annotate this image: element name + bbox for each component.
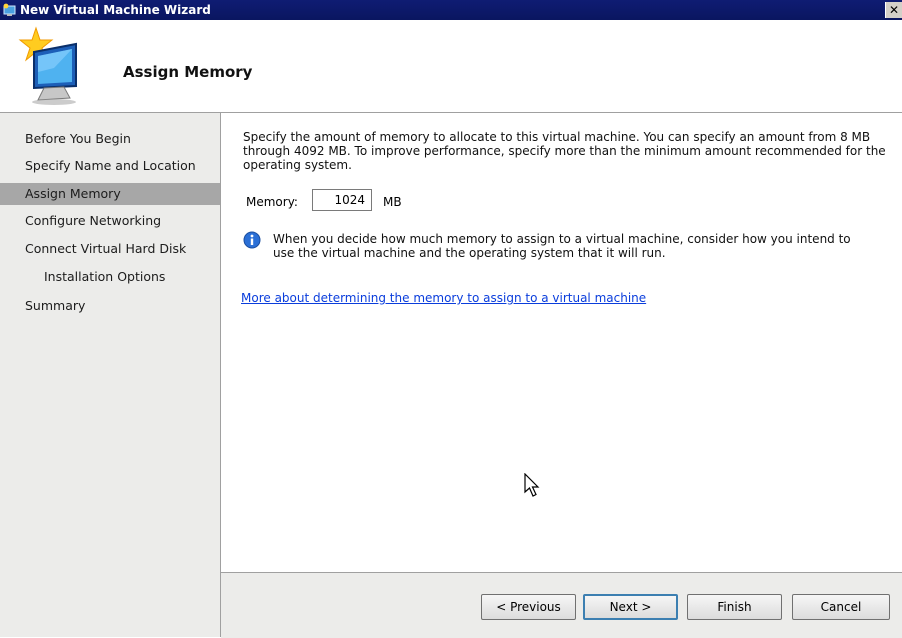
step-installation-options[interactable]: Installation Options bbox=[0, 266, 220, 288]
virtual-machine-icon bbox=[3, 3, 16, 16]
content-panel: Specify the amount of memory to allocate… bbox=[221, 113, 902, 572]
step-assign-memory[interactable]: Assign Memory bbox=[0, 183, 220, 205]
memory-help-link[interactable]: More about determining the memory to ass… bbox=[241, 291, 646, 305]
page-title: Assign Memory bbox=[123, 63, 253, 81]
step-connect-virtual-hard-disk[interactable]: Connect Virtual Hard Disk bbox=[0, 238, 220, 260]
memory-info-text: When you decide how much memory to assig… bbox=[273, 232, 851, 260]
memory-label: Memory: bbox=[246, 195, 298, 209]
info-icon bbox=[243, 231, 261, 249]
step-specify-name-and-location[interactable]: Specify Name and Location bbox=[0, 155, 220, 177]
finish-button[interactable]: Finish bbox=[687, 594, 782, 620]
cancel-button[interactable]: Cancel bbox=[792, 594, 890, 620]
memory-description: Specify the amount of memory to allocate… bbox=[243, 130, 886, 172]
memory-input[interactable] bbox=[312, 189, 372, 211]
next-button[interactable]: Next > bbox=[583, 594, 678, 620]
title-bar: New Virtual Machine Wizard ✕ bbox=[0, 0, 902, 20]
step-summary[interactable]: Summary bbox=[0, 295, 220, 317]
close-button[interactable]: ✕ bbox=[885, 2, 902, 18]
wizard-header: Assign Memory bbox=[0, 20, 902, 113]
memory-unit: MB bbox=[383, 195, 402, 209]
wizard-steps: Before You Begin Specify Name and Locati… bbox=[0, 113, 221, 637]
step-before-you-begin[interactable]: Before You Begin bbox=[0, 128, 220, 150]
wizard-footer: < Previous Next > Finish Cancel bbox=[221, 572, 902, 638]
step-configure-networking[interactable]: Configure Networking bbox=[0, 210, 220, 232]
previous-button[interactable]: < Previous bbox=[481, 594, 576, 620]
mouse-pointer-icon bbox=[524, 473, 540, 497]
monitor-star-icon bbox=[18, 26, 77, 105]
window-title: New Virtual Machine Wizard bbox=[20, 3, 211, 17]
